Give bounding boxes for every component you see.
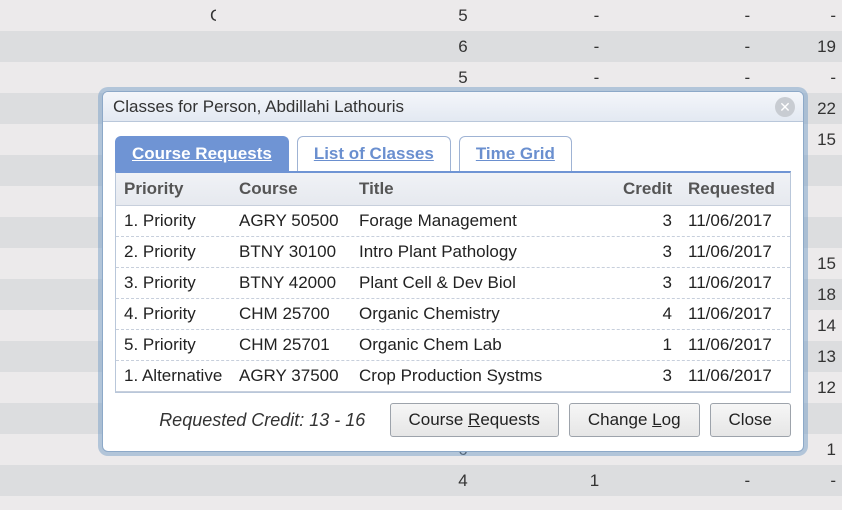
btn-text-ul: L [652,410,661,429]
cell-requested: 11/06/2017 [680,268,790,298]
background-cell: 4 [216,471,474,491]
cell-priority: 1. Alternative [116,361,231,391]
dialog-title: Classes for Person, Abdillahi Lathouris [113,97,404,117]
cell-priority: 2. Priority [116,237,231,267]
btn-text: equests [480,410,540,429]
cell-requested: 11/06/2017 [680,330,790,360]
background-cell: 5 [216,68,474,88]
background-cell: - [474,37,605,57]
col-priority: Priority [116,173,231,205]
table-row[interactable]: 3. PriorityBTNY 42000Plant Cell & Dev Bi… [116,268,790,299]
background-cell: - [756,6,842,26]
btn-text: Change [588,410,652,429]
tab-list-of-classes[interactable]: List of Classes [297,136,451,171]
cell-credit: 3 [615,268,680,298]
close-icon[interactable]: ✕ [775,97,795,117]
background-row [0,496,842,510]
table-row[interactable]: 1. PriorityAGRY 50500Forage Management31… [116,206,790,237]
col-credit: Credit [615,173,680,205]
cell-credit: 1 [615,330,680,360]
cell-priority: 3. Priority [116,268,231,298]
col-course: Course [231,173,351,205]
course-requests-button[interactable]: Course Requests [390,403,559,437]
change-log-button[interactable]: Change Log [569,403,700,437]
col-title: Title [351,173,615,205]
cell-title: Plant Cell & Dev Biol [351,268,615,298]
cell-title: Organic Chemistry [351,299,615,329]
cell-course: CHM 25701 [231,330,351,360]
classes-dialog: Classes for Person, Abdillahi Lathouris … [102,91,804,452]
cell-requested: 11/06/2017 [680,361,790,391]
tab-course-requests[interactable]: Course Requests [115,136,289,171]
background-cell: - [756,471,842,491]
table-header: Priority Course Title Credit Requested [116,173,790,206]
cell-priority: 5. Priority [116,330,231,360]
cell-requested: 11/06/2017 [680,237,790,267]
cell-credit: 3 [615,206,680,236]
cell-priority: 1. Priority [116,206,231,236]
cell-requested: 11/06/2017 [680,206,790,236]
btn-text-ul: R [468,410,480,429]
dialog-shadow: Classes for Person, Abdillahi Lathouris … [98,87,808,456]
cell-title: Forage Management [351,206,615,236]
cell-course: AGRY 50500 [231,206,351,236]
background-row: 41-- [0,465,842,496]
btn-text: og [662,410,681,429]
close-button[interactable]: Close [710,403,791,437]
cell-course: AGRY 37500 [231,361,351,391]
table-row[interactable]: 5. PriorityCHM 25701Organic Chem Lab111/… [116,330,790,361]
background-cell: 6 [216,37,474,57]
cell-priority: 4. Priority [116,299,231,329]
background-cell: - [605,68,756,88]
cell-credit: 3 [615,361,680,391]
cell-requested: 11/06/2017 [680,299,790,329]
dialog-header: Classes for Person, Abdillahi Lathouris … [103,92,803,122]
background-cell: - [605,37,756,57]
background-cell: 1 [474,471,605,491]
tab-bar: Course Requests List of Classes Time Gri… [103,122,803,171]
background-row: CourseRequestView TimeA5--- [0,0,842,31]
cell-title: Crop Production Systms [351,361,615,391]
cell-title: Intro Plant Pathology [351,237,615,267]
cell-course: BTNY 42000 [231,268,351,298]
requests-table: Priority Course Title Credit Requested 1… [115,171,791,393]
background-cell: - [474,68,605,88]
cell-title: Organic Chem Lab [351,330,615,360]
background-cell: - [605,471,756,491]
background-cell: - [605,6,756,26]
background-cell: 19 [756,37,842,57]
btn-text: Course [409,410,469,429]
cell-credit: 3 [615,237,680,267]
background-cell: - [756,68,842,88]
cell-course: CHM 25700 [231,299,351,329]
background-cell: 5 [216,6,474,26]
background-cell: CourseRequestView TimeA [0,6,216,26]
requested-credit-label: Requested Credit: 13 - 16 [115,410,380,431]
table-row[interactable]: 2. PriorityBTNY 30100Intro Plant Patholo… [116,237,790,268]
background-row: 6--19 [0,31,842,62]
dialog-footer: Requested Credit: 13 - 16 Course Request… [103,393,803,451]
cell-course: BTNY 30100 [231,237,351,267]
col-requested: Requested [680,173,790,205]
table-row[interactable]: 1. AlternativeAGRY 37500Crop Production … [116,361,790,392]
background-cell: - [474,6,605,26]
tab-time-grid[interactable]: Time Grid [459,136,572,171]
cell-credit: 4 [615,299,680,329]
table-row[interactable]: 4. PriorityCHM 25700Organic Chemistry411… [116,299,790,330]
